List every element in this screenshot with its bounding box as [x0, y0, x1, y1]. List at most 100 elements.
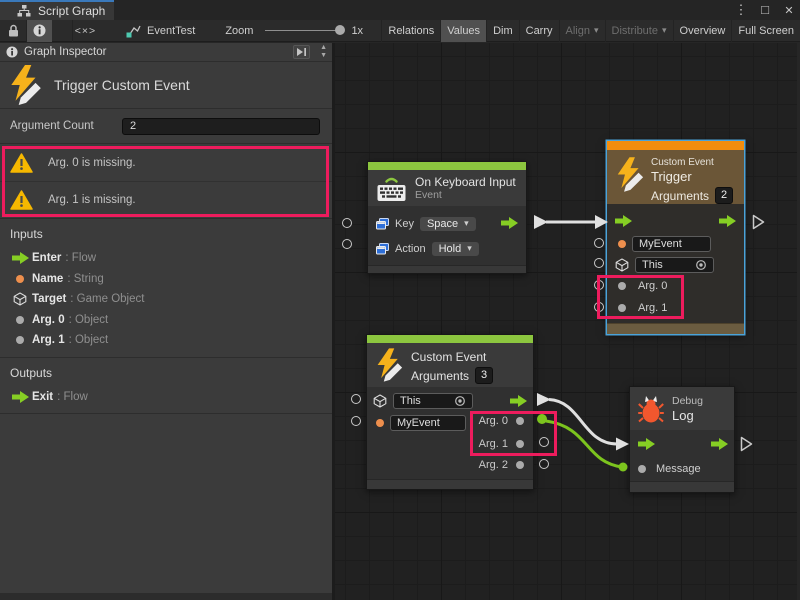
flow-output-port[interactable] [711, 438, 728, 453]
node-trigger-custom-event[interactable]: Custom Event Trigger Arguments 2 [607, 141, 744, 334]
node-debug-log[interactable]: Debug Log Message [629, 386, 735, 493]
arg0-row: Arg. 0 [607, 275, 744, 297]
node-footer [368, 265, 526, 273]
input-port[interactable] [351, 416, 361, 426]
input-port[interactable] [594, 280, 604, 290]
relations-button[interactable]: Relations [381, 20, 440, 42]
object-port-icon [516, 461, 524, 469]
tab-label: Script Graph [38, 4, 105, 18]
input-port[interactable] [594, 302, 604, 312]
node-footer [367, 479, 533, 489]
flow-out-triangle[interactable] [740, 436, 753, 452]
window-field-icon [376, 218, 389, 230]
input-port[interactable] [351, 394, 361, 404]
flow-out-triangle[interactable] [752, 214, 765, 230]
flow-input-port[interactable] [615, 215, 632, 230]
values-button[interactable]: Values [440, 20, 486, 42]
warning-text: Arg. 0 is missing. [48, 157, 136, 169]
flow-arrow-icon [711, 438, 728, 450]
zoom-slider[interactable] [265, 30, 341, 31]
script-graph-window: Script Graph <×> [0, 0, 800, 600]
graph-breadcrumb[interactable]: EventTest [126, 24, 195, 38]
input-port[interactable] [342, 218, 352, 228]
align-button[interactable]: Align [559, 20, 605, 42]
output-port[interactable] [539, 437, 549, 447]
output-port[interactable] [539, 459, 549, 469]
flow-arrow-icon [638, 438, 655, 450]
zoom-slider-knob[interactable] [335, 25, 345, 35]
event-name-field[interactable]: MyEvent [632, 236, 711, 252]
flow-arrow-icon [501, 217, 518, 229]
action-label: Action [395, 243, 426, 255]
arguments-label: Arguments [651, 189, 709, 203]
string-port-icon [16, 275, 24, 283]
code-preview-button[interactable]: <×> [72, 20, 98, 42]
arg2-output-row: Arg. 2 [367, 454, 533, 475]
info-icon [33, 24, 46, 37]
graph-canvas[interactable]: On Keyboard Input Event Key Space [335, 43, 797, 600]
panel-spinner[interactable]: ▲▼ [320, 44, 327, 60]
argument-count-field[interactable]: 2 [122, 118, 320, 135]
object-picker-icon[interactable] [454, 395, 466, 407]
object-port-icon [16, 316, 24, 324]
action-dropdown[interactable]: Hold [432, 242, 479, 256]
carry-button[interactable]: Carry [519, 20, 559, 42]
event-name-field[interactable]: MyEvent [390, 415, 466, 431]
object-picker-icon[interactable] [695, 259, 707, 271]
key-dropdown[interactable]: Space [420, 217, 476, 231]
maximize-icon[interactable] [758, 0, 772, 20]
target-field[interactable]: This [635, 257, 714, 273]
input-port[interactable] [594, 258, 604, 268]
flow-arrow-icon [510, 395, 527, 407]
node-title: Custom Event [411, 350, 493, 364]
unit-title-block: Trigger Custom Event [0, 62, 332, 109]
flow-arrow-icon [615, 215, 632, 227]
dim-button[interactable]: Dim [486, 20, 519, 42]
input-port[interactable] [342, 239, 352, 249]
overview-button[interactable]: Overview [673, 20, 732, 42]
node-body: Key Space Action Hold [368, 206, 526, 265]
tab-script-graph[interactable]: Script Graph [0, 0, 114, 20]
dock-panel-button[interactable] [293, 45, 310, 59]
target-value: This [642, 259, 663, 271]
object-port-icon [16, 336, 24, 344]
zoom-label: Zoom [225, 25, 253, 37]
arg-label: Arg. 1 [479, 438, 508, 450]
arg1-row: Arg. 1 [607, 297, 744, 319]
node-custom-event[interactable]: Custom Event Arguments 3 This [366, 334, 534, 490]
input-port[interactable] [594, 238, 604, 248]
code-icon: <×> [75, 25, 96, 37]
output-port-connected[interactable] [537, 414, 547, 424]
dock-icon [296, 47, 307, 57]
node-header: Custom Event Arguments 3 [367, 343, 533, 387]
zoom-control: Zoom 1x [225, 25, 363, 37]
flow-output-port[interactable] [510, 395, 527, 410]
fullscreen-button[interactable]: Full Screen [731, 20, 800, 42]
inspector-toggle-button[interactable] [26, 20, 52, 42]
kebab-menu-icon[interactable] [734, 0, 748, 20]
graph-hierarchy-icon [17, 5, 31, 17]
custom-event-icon [615, 157, 644, 192]
node-footer [607, 323, 744, 334]
close-icon[interactable] [782, 0, 796, 21]
arguments-count-field[interactable]: 2 [715, 187, 733, 204]
zoom-value: 1x [351, 25, 363, 37]
event-color-bar [367, 335, 533, 343]
event-name-row: MyEvent [607, 233, 744, 254]
graph-toolbar: <×> EventTest Zoom 1x Relations Values D… [0, 20, 800, 42]
keyboard-icon [376, 175, 407, 202]
window-controls [734, 0, 796, 20]
string-port-icon [376, 419, 384, 427]
node-on-keyboard-input[interactable]: On Keyboard Input Event Key Space [367, 161, 527, 274]
arg1-output-row: Arg. 1 [367, 433, 533, 454]
distribute-button[interactable]: Distribute [605, 20, 673, 42]
event-color-bar [368, 162, 526, 170]
target-field[interactable]: This [393, 393, 473, 409]
flow-output-port[interactable] [719, 215, 736, 230]
flow-input-port[interactable] [638, 438, 655, 453]
custom-event-icon [8, 65, 42, 105]
warning-icon [10, 153, 33, 173]
lock-button[interactable] [0, 20, 26, 42]
flow-output-port[interactable] [501, 217, 518, 232]
arguments-count-field[interactable]: 3 [475, 367, 493, 384]
